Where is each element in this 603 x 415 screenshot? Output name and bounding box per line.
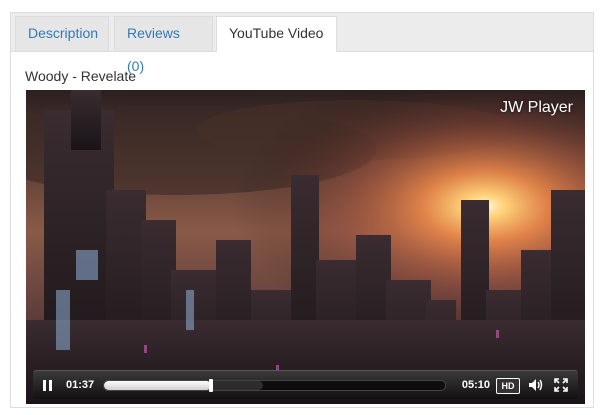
- jw-player-logo[interactable]: JW Player: [500, 99, 573, 117]
- tab-bar: Description Reviews (0) YouTube Video: [11, 13, 593, 74]
- tab-youtube-video[interactable]: YouTube Video: [216, 16, 337, 52]
- seek-bar[interactable]: [103, 379, 446, 392]
- tab-description[interactable]: Description: [15, 16, 109, 51]
- pause-icon[interactable]: [43, 371, 57, 399]
- current-time: 01:37: [66, 379, 95, 391]
- seek-handle[interactable]: [208, 379, 213, 392]
- tab-reviews[interactable]: Reviews (0): [114, 16, 213, 74]
- fullscreen-icon[interactable]: [554, 371, 568, 399]
- video-player[interactable]: JW Player 01:37 05:10 HD: [26, 90, 585, 404]
- duration: 05:10: [461, 379, 490, 391]
- tab-content: Woody - Revelate JW Player 01:37 05:10 H…: [11, 52, 593, 407]
- video-title: Woody - Revelate: [25, 68, 137, 84]
- hd-icon[interactable]: HD: [496, 378, 520, 394]
- player-control-bar: 01:37 05:10 HD: [33, 370, 578, 399]
- product-tabs-panel: Description Reviews (0) YouTube Video Wo…: [10, 12, 594, 408]
- played-fill: [104, 381, 211, 390]
- video-frame[interactable]: [26, 90, 585, 404]
- volume-icon[interactable]: [528, 371, 544, 399]
